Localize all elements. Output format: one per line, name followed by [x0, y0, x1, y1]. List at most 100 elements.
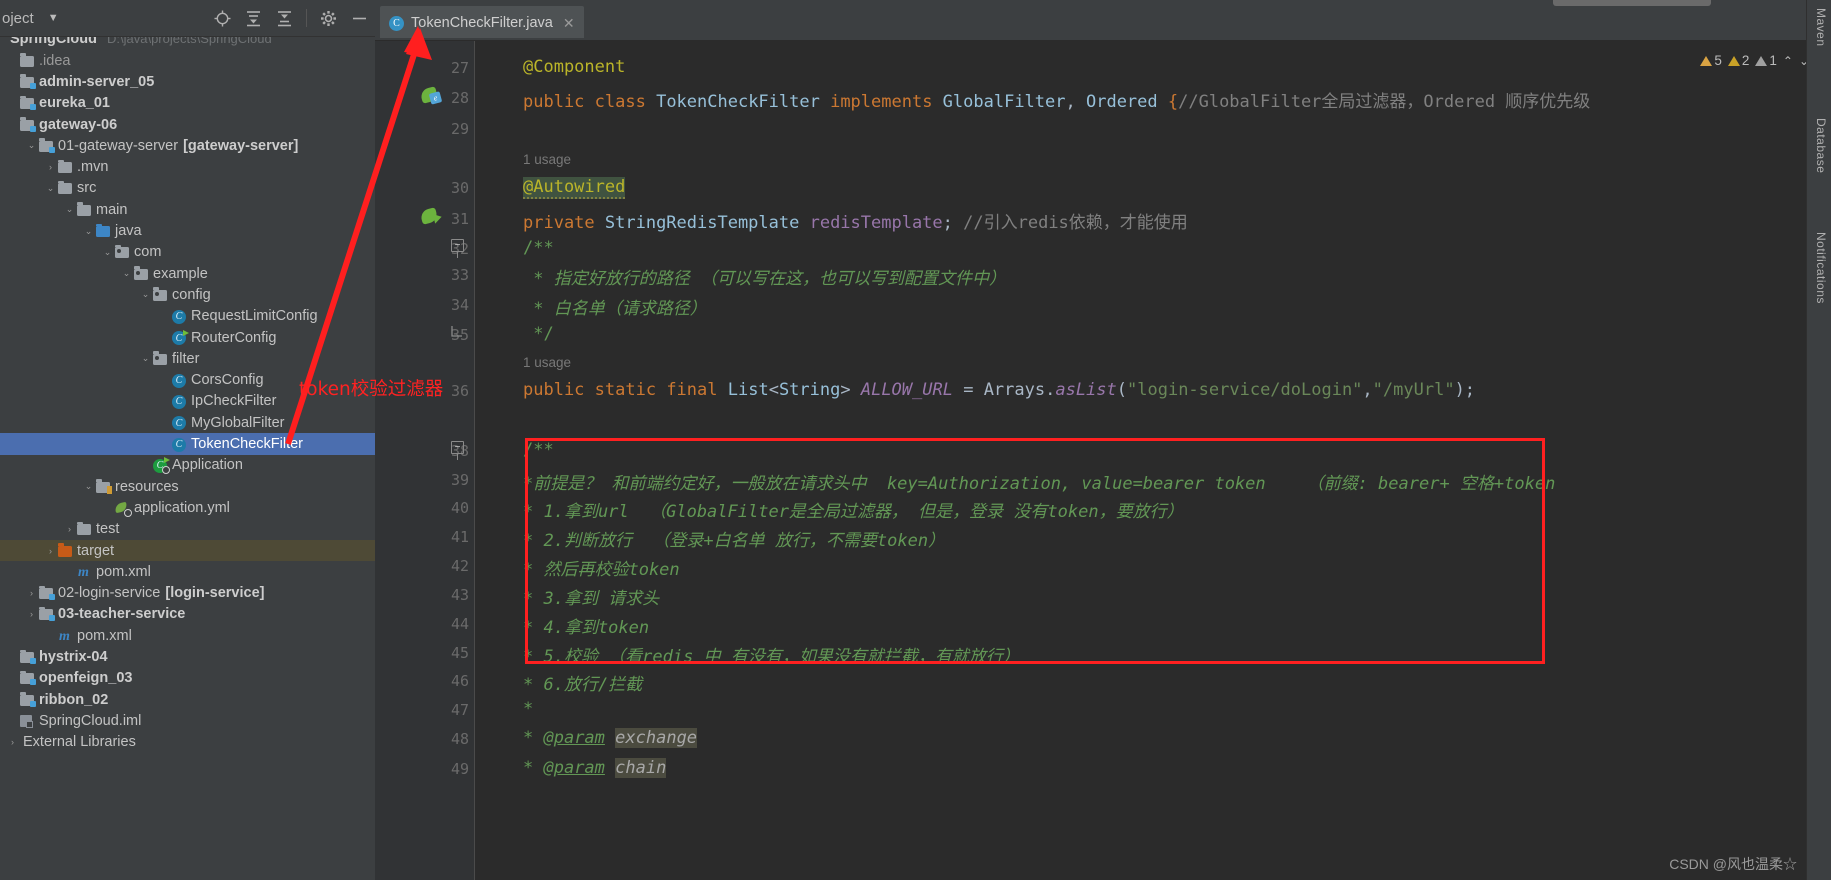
usage-inlay-hint[interactable]: 1 usage — [523, 152, 571, 167]
tree-item-openfeign-03[interactable]: openfeign_03 — [0, 668, 375, 689]
inspection-widget[interactable]: 5 2 1 ⌃ ⌄ — [1700, 53, 1809, 68]
close-icon[interactable]: ✕ — [563, 15, 575, 32]
tree-root-row[interactable]: SpringCloud D:\java\projects\SpringCloud — [0, 37, 375, 49]
code-content[interactable]: @Component public class TokenCheckFilter … — [475, 41, 1831, 880]
chevron-down-icon[interactable]: ⌄ — [120, 268, 133, 279]
tree-item-example[interactable]: ⌄ example — [0, 263, 375, 284]
chevron-right-icon[interactable]: › — [6, 737, 19, 747]
inspection-typos[interactable]: 1 — [1755, 53, 1777, 68]
tab-tokencheckfilter[interactable]: C TokenCheckFilter.java ✕ — [380, 6, 584, 38]
chevron-right-icon[interactable]: › — [25, 609, 38, 619]
settings-gear-icon[interactable] — [319, 9, 338, 28]
java-class-icon: C — [171, 436, 187, 452]
tree-item-label: RouterConfig — [191, 329, 277, 346]
tree-item-target[interactable]: › target — [0, 539, 375, 562]
usage-inlay-hint[interactable]: 1 usage — [523, 355, 571, 370]
tree-item-java[interactable]: ⌄ java — [0, 220, 375, 241]
chevron-down-icon[interactable]: ⌄ — [82, 226, 95, 237]
chevron-right-icon[interactable]: › — [44, 546, 57, 556]
chevron-down-icon[interactable]: ⌄ — [139, 289, 152, 300]
tree-item--idea[interactable]: .idea — [0, 50, 375, 71]
code-token: implements — [830, 92, 943, 112]
tree-item-ribbon-02[interactable]: ribbon_02 — [0, 689, 375, 710]
prev-problem-icon[interactable]: ⌃ — [1783, 54, 1793, 68]
chevron-down-icon[interactable]: ⌄ — [44, 183, 57, 194]
code-token: * 指定好放行的路径 （可以写在这，也可以写到配置文件中） — [523, 269, 1006, 289]
code-fold-end-icon[interactable] — [451, 325, 464, 338]
collapse-all-icon[interactable] — [275, 9, 294, 28]
tree-item-admin-server-05[interactable]: admin-server_05 — [0, 71, 375, 92]
tree-item-label: CorsConfig — [191, 372, 264, 389]
tree-item-filter[interactable]: ⌄ filter — [0, 348, 375, 369]
code-token: ; — [942, 213, 964, 233]
editor-gutter[interactable]: 27 28 e 29 30 31 32−33 34 35 36 38−39 40 41 42 43 44 45 4… — [375, 41, 475, 880]
tree-item-label: 01-gateway-server — [58, 137, 179, 154]
code-line: * 4.拿到token — [523, 613, 649, 638]
inspection-weak-warnings[interactable]: 2 — [1727, 53, 1749, 68]
inspection-warnings[interactable]: 5 — [1700, 53, 1722, 68]
tree-item-03-teacher-service[interactable]: › 03-teacher-service — [0, 604, 375, 625]
tree-item-requestlimitconfig[interactable]: C RequestLimitConfig — [0, 306, 375, 327]
search-field-edge[interactable] — [1553, 0, 1711, 6]
locate-icon[interactable] — [213, 9, 232, 28]
tree-item-hystrix-04[interactable]: hystrix-04 — [0, 646, 375, 667]
chevron-right-icon[interactable]: › — [63, 524, 76, 534]
tree-item-config[interactable]: ⌄ config — [0, 284, 375, 305]
tree-item-myglobalfilter[interactable]: C MyGlobalFilter — [0, 412, 375, 433]
tree-item-src[interactable]: ⌄ src — [0, 178, 375, 199]
tree-item-gateway-06[interactable]: gateway-06 — [0, 114, 375, 135]
code-line: */ — [523, 324, 553, 344]
tree-item-com[interactable]: ⌄ com — [0, 242, 375, 263]
tree-item-label: .idea — [39, 52, 71, 69]
tree-item-routerconfig[interactable]: C RouterConfig — [0, 327, 375, 348]
tree-item-pom-xml[interactable]: m pom.xml — [0, 625, 375, 646]
chevron-down-icon[interactable]: ⌄ — [101, 247, 114, 258]
code-fold-collapse-icon[interactable]: − — [451, 441, 464, 460]
expand-all-icon[interactable] — [244, 9, 263, 28]
java-class-icon: C — [171, 415, 187, 431]
weak-warning-triangle-icon — [1727, 55, 1740, 66]
package-icon — [152, 287, 168, 303]
chevron-down-icon[interactable]: ⌄ — [139, 353, 152, 364]
tool-button-database[interactable]: Database — [1814, 118, 1828, 173]
chevron-down-icon[interactable]: ⌄ — [63, 204, 76, 215]
tree-item-application-yml[interactable]: application.yml — [0, 497, 375, 518]
code-line: * 1.拿到url （GlobalFilter是全局过滤器， 但是，登录 没有t… — [523, 497, 1184, 522]
spring-bean-icon[interactable]: e — [419, 86, 443, 106]
chevron-right-icon[interactable]: › — [44, 162, 57, 172]
code-token: @param — [543, 728, 605, 748]
code-token: ( — [1116, 380, 1128, 400]
right-tool-window-bar[interactable]: Maven Database Notifications — [1806, 0, 1831, 880]
tree-item--mvn[interactable]: › .mvn — [0, 157, 375, 178]
tool-button-notifications[interactable]: Notifications — [1814, 232, 1828, 304]
code-line: private StringRedisTemplate redisTemplat… — [523, 208, 1188, 233]
tree-item-01-gateway-server[interactable]: ⌄ 01-gateway-server [gateway-server] — [0, 135, 375, 156]
tree-item-02-login-service[interactable]: › 02-login-service [login-service] — [0, 583, 375, 604]
project-tree[interactable]: SpringCloud D:\java\projects\SpringCloud.… — [0, 37, 375, 880]
tree-item-eureka-01[interactable]: eureka_01 — [0, 93, 375, 114]
module-icon — [19, 95, 36, 111]
tree-item-pom-xml[interactable]: m pom.xml — [0, 561, 375, 582]
package-icon — [152, 351, 168, 367]
package-icon — [133, 266, 149, 282]
tree-item-label: MyGlobalFilter — [191, 414, 285, 431]
tree-item-tokencheckfilter[interactable]: C TokenCheckFilter — [0, 433, 375, 455]
chevron-down-icon[interactable]: ⌄ — [82, 481, 95, 492]
code-fold-collapse-icon[interactable]: − — [451, 239, 464, 258]
tree-item-test[interactable]: › test — [0, 519, 375, 540]
tree-item-label: test — [96, 521, 120, 538]
code-editor[interactable]: 27 28 e 29 30 31 32−33 34 35 36 38−39 40 41 42 43 44 45 4… — [375, 41, 1831, 880]
tree-item-application[interactable]: C Application — [0, 455, 375, 476]
hide-panel-icon[interactable] — [350, 9, 369, 28]
tree-item-resources[interactable]: ⌄ resources — [0, 476, 375, 497]
tree-item-springcloud-iml[interactable]: SpringCloud.iml — [0, 710, 375, 731]
module-icon — [38, 138, 55, 154]
chevron-right-icon[interactable]: › — [25, 588, 38, 598]
tree-item-main[interactable]: ⌄ main — [0, 199, 375, 220]
chevron-down-icon[interactable]: ▼ — [48, 12, 59, 24]
tree-item-module-name: [login-service] — [165, 585, 265, 602]
spring-arrow-icon[interactable] — [419, 207, 443, 227]
tool-button-maven[interactable]: Maven — [1814, 8, 1828, 47]
chevron-down-icon[interactable]: ⌄ — [25, 140, 38, 151]
tree-item-external-libraries[interactable]: › External Libraries — [0, 732, 375, 753]
